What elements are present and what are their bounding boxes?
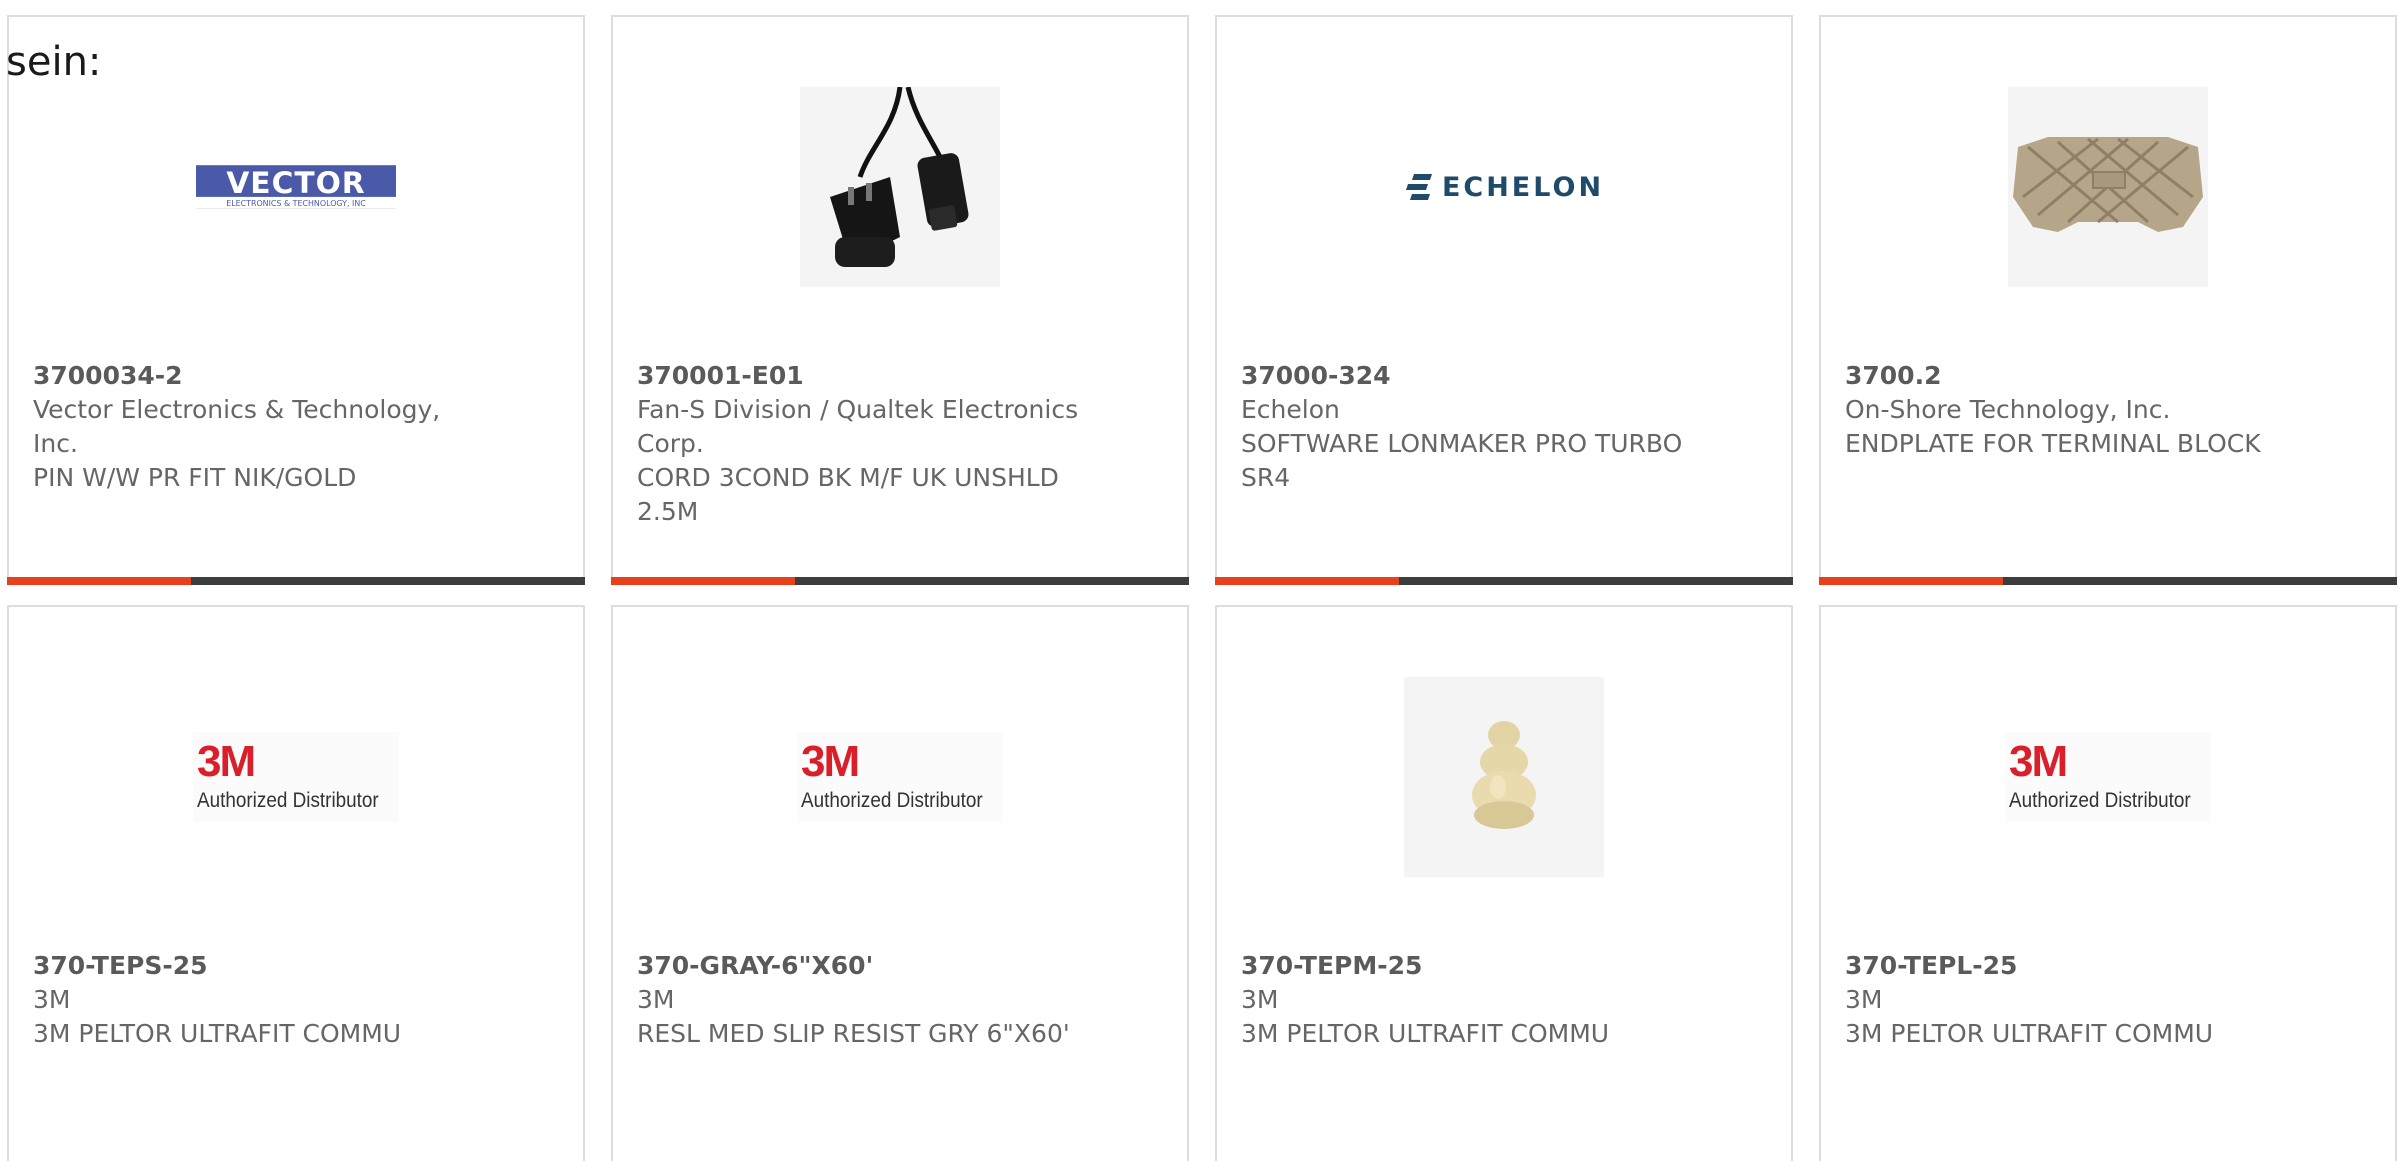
- svg-text:ELECTRONICS & TECHNOLOGY, INC: ELECTRONICS & TECHNOLOGY, INC: [226, 199, 366, 208]
- vector-logo: VECTOR ELECTRONICS & TECHNOLOGY, INC: [196, 165, 396, 209]
- product-card[interactable]: 370001-E01 Fan-S Division / Qualtek Elec…: [611, 15, 1189, 585]
- endplate-photo: [2008, 87, 2208, 287]
- part-number[interactable]: 3700034-2: [33, 359, 483, 393]
- product-image[interactable]: [1404, 677, 1604, 877]
- svg-text:VECTOR: VECTOR: [226, 166, 365, 201]
- manufacturer: 3M: [33, 985, 71, 1014]
- 3m-mark: 3M: [801, 737, 860, 786]
- part-number[interactable]: 370001-E01: [637, 359, 1087, 393]
- description: RESL MED SLIP RESIST GRY 6"X60': [637, 1019, 1070, 1048]
- product-card[interactable]: 3M Authorized Distributor 370-GRAY-6"X60…: [611, 605, 1189, 1161]
- 3m-logo: 3M Authorized Distributor: [797, 732, 1003, 822]
- description: SOFTWARE LONMAKER PRO TURBO SR4: [1241, 429, 1683, 492]
- card-accent: [611, 577, 795, 585]
- manufacturer: 3M: [1241, 985, 1279, 1014]
- eartip-photo: [1404, 677, 1604, 877]
- part-number[interactable]: 37000-324: [1241, 359, 1691, 393]
- product-card[interactable]: 3M Authorized Distributor 370-TEPL-25 3M…: [1819, 605, 2397, 1161]
- product-grid-page: sein: VECTOR ELECTRONICS & TECHNOLOGY, I…: [0, 0, 2400, 1161]
- power-cord-photo: [800, 87, 1000, 287]
- 3m-mark: 3M: [2009, 737, 2068, 786]
- 3m-logo: 3M Authorized Distributor: [2005, 732, 2211, 822]
- product-image[interactable]: ECHELON: [1404, 87, 1604, 287]
- part-number[interactable]: 370-TEPL-25: [1845, 949, 2295, 983]
- manufacturer: Vector Electronics & Technology, Inc.: [33, 395, 441, 458]
- echelon-logo: ECHELON: [1404, 172, 1604, 203]
- product-image[interactable]: 3M Authorized Distributor: [2005, 677, 2211, 877]
- product-image[interactable]: VECTOR ELECTRONICS & TECHNOLOGY, INC: [196, 87, 396, 287]
- product-card[interactable]: ECHELON 37000-324 Echelon SOFTWARE LONMA…: [1215, 15, 1793, 585]
- description: 3M PELTOR ULTRAFIT COMMU: [1241, 1019, 1610, 1048]
- part-number[interactable]: 3700.2: [1845, 359, 2295, 393]
- 3m-logo: 3M Authorized Distributor: [193, 732, 399, 822]
- echelon-wordmark: ECHELON: [1441, 171, 1605, 203]
- product-card[interactable]: 3700.2 On-Shore Technology, Inc. ENDPLAT…: [1819, 15, 2397, 585]
- card-accent: [7, 577, 191, 585]
- lead-text: sein:: [6, 39, 102, 85]
- 3m-mark: 3M: [197, 737, 256, 786]
- echelon-mark-icon: [1405, 174, 1432, 200]
- manufacturer: Echelon: [1241, 395, 1340, 424]
- manufacturer: On-Shore Technology, Inc.: [1845, 395, 2171, 424]
- card-accent: [1215, 577, 1399, 585]
- product-image[interactable]: 3M Authorized Distributor: [797, 677, 1003, 877]
- 3m-subtitle: Authorized Distributor: [2009, 789, 2191, 812]
- product-image[interactable]: [800, 87, 1000, 287]
- product-image[interactable]: [2008, 87, 2208, 287]
- description: ENDPLATE FOR TERMINAL BLOCK: [1845, 429, 2261, 458]
- card-footer-bar: [7, 577, 585, 585]
- product-card[interactable]: 3M Authorized Distributor 370-TEPS-25 3M…: [7, 605, 585, 1161]
- product-card[interactable]: 370-TEPM-25 3M 3M PELTOR ULTRAFIT COMMU: [1215, 605, 1793, 1161]
- part-number[interactable]: 370-GRAY-6"X60': [637, 949, 1087, 983]
- description: PIN W/W PR FIT NIK/GOLD: [33, 463, 357, 492]
- 3m-subtitle: Authorized Distributor: [197, 789, 379, 812]
- card-footer-bar: [1215, 577, 1793, 585]
- description: 3M PELTOR ULTRAFIT COMMU: [1845, 1019, 2214, 1048]
- product-card[interactable]: VECTOR ELECTRONICS & TECHNOLOGY, INC 370…: [7, 15, 585, 585]
- card-footer-bar: [1819, 577, 2397, 585]
- 3m-subtitle: Authorized Distributor: [801, 789, 983, 812]
- part-number[interactable]: 370-TEPM-25: [1241, 949, 1691, 983]
- card-footer-bar: [611, 577, 1189, 585]
- manufacturer: 3M: [1845, 985, 1883, 1014]
- manufacturer: 3M: [637, 985, 675, 1014]
- description: CORD 3COND BK M/F UK UNSHLD 2.5M: [637, 463, 1059, 526]
- description: 3M PELTOR ULTRAFIT COMMU: [33, 1019, 402, 1048]
- part-number[interactable]: 370-TEPS-25: [33, 949, 483, 983]
- card-accent: [1819, 577, 2003, 585]
- manufacturer: Fan-S Division / Qualtek Electronics Cor…: [637, 395, 1079, 458]
- product-image[interactable]: 3M Authorized Distributor: [193, 677, 399, 877]
